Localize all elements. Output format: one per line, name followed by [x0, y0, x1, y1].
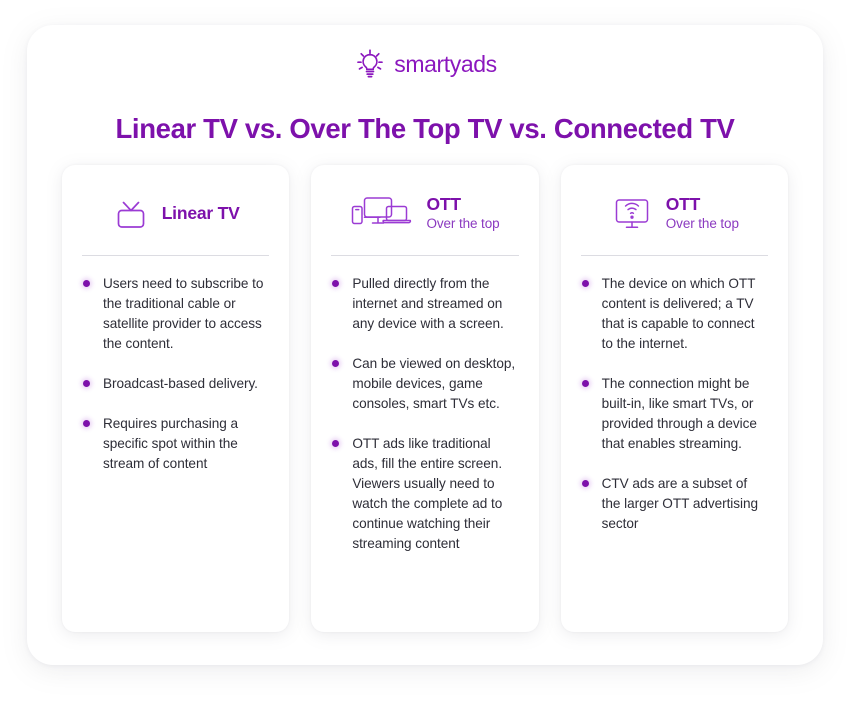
- card-title: Linear TV: [161, 202, 240, 223]
- bullet-dot-icon: [83, 280, 90, 287]
- list-item: Pulled directly from the internet and st…: [331, 274, 518, 334]
- brand-logo: smartyads: [27, 47, 823, 81]
- bullet-dot-icon: [581, 280, 589, 287]
- card-title-group: OTT Over the top: [426, 194, 499, 233]
- page-title: Linear TV vs. Over The Top TV vs. Connec…: [115, 113, 735, 144]
- card-subtitle: Over the top: [665, 215, 739, 231]
- bullet-list: Users need to subscribe to the tradition…: [82, 256, 269, 474]
- bullet-text: CTV ads are a subset of the larger OTT a…: [601, 476, 759, 531]
- bullet-dot-icon: [581, 480, 589, 487]
- bullet-text: Requires purchasing a specific spot with…: [103, 416, 238, 471]
- brand-name: smartyads: [394, 50, 497, 77]
- retro-tv-icon: [117, 201, 145, 228]
- list-item: Broadcast-based delivery.: [82, 374, 269, 394]
- list-item: The device on which OTT content is deliv…: [581, 274, 768, 354]
- list-item: CTV ads are a subset of the larger OTT a…: [581, 474, 768, 534]
- list-item: The connection might be built-in, like s…: [581, 374, 768, 454]
- bullet-text: The connection might be built-in, like s…: [601, 376, 757, 451]
- card-header: Linear TV: [82, 187, 269, 239]
- bullet-text: The device on which OTT content is deliv…: [601, 276, 756, 351]
- bullet-list: The device on which OTT content is deliv…: [581, 256, 768, 534]
- multi-device-icon: [352, 197, 412, 225]
- bullet-dot-icon: [332, 440, 340, 447]
- card-header: OTT Over the top: [581, 187, 768, 239]
- lightbulb-icon: [357, 49, 384, 78]
- card-ott-devices: OTT Over the top Pulled directly from th…: [311, 165, 539, 632]
- card-linear-tv: Linear TV Users need to subscribe to the…: [62, 165, 290, 632]
- list-item: Users need to subscribe to the tradition…: [82, 274, 269, 354]
- wifi-tv-icon: [615, 199, 649, 228]
- bullet-dot-icon: [581, 380, 589, 387]
- card-title-group: Linear TV: [162, 203, 240, 223]
- card-title-group: OTT Over the top: [666, 194, 739, 233]
- bullet-dot-icon: [332, 280, 340, 287]
- list-item: Requires purchasing a specific spot with…: [82, 414, 269, 474]
- list-item: Can be viewed on desktop, mobile devices…: [331, 354, 518, 414]
- bullet-dot-icon: [332, 360, 340, 367]
- infographic-panel: smartyads Linear TV vs. Over The Top TV …: [27, 25, 823, 665]
- bullet-text: Can be viewed on desktop, mobile devices…: [352, 356, 516, 411]
- comparison-cards: Linear TV Users need to subscribe to the…: [62, 165, 788, 632]
- card-title: OTT: [426, 193, 461, 214]
- bullet-dot-icon: [83, 380, 90, 387]
- bullet-text: OTT ads like traditional ads, fill the e…: [352, 436, 503, 551]
- bullet-text: Users need to subscribe to the tradition…: [103, 276, 264, 351]
- bullet-dot-icon: [83, 420, 90, 427]
- card-subtitle: Over the top: [426, 215, 500, 231]
- bullet-text: Pulled directly from the internet and st…: [352, 276, 504, 331]
- card-header: OTT Over the top: [331, 187, 518, 239]
- card-title: OTT: [665, 193, 701, 214]
- card-ott-connected-tv: OTT Over the top The device on which OTT…: [560, 165, 788, 632]
- bullet-text: Broadcast-based delivery.: [103, 376, 258, 391]
- list-item: OTT ads like traditional ads, fill the e…: [331, 434, 518, 554]
- bullet-list: Pulled directly from the internet and st…: [331, 256, 518, 554]
